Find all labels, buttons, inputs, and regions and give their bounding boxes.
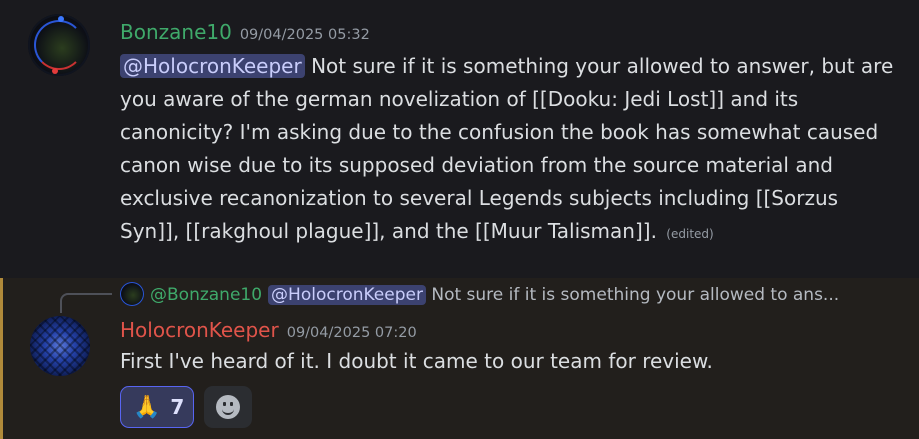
add-reaction-button[interactable] (204, 386, 252, 428)
avatar[interactable] (28, 14, 90, 76)
reply-author[interactable]: @Bonzane10 (150, 285, 262, 305)
author-name[interactable]: Bonzane10 (120, 20, 232, 44)
avatar-dot (52, 68, 58, 74)
highlight-bar (0, 278, 3, 439)
reply-connector (60, 293, 112, 313)
timestamp: 09/04/2025 05:32 (239, 27, 370, 43)
edited-label: (edited) (666, 227, 714, 241)
avatar-dot (58, 16, 64, 22)
user-mention[interactable]: @HolocronKeeper (120, 54, 305, 78)
author-name[interactable]: HolocronKeeper (120, 318, 279, 342)
smiley-icon (216, 395, 240, 419)
message-text: Not sure if it is something your allowed… (120, 54, 894, 243)
message-bonzane10: Bonzane10 09/04/2025 05:32 @HolocronKeepe… (0, 0, 919, 278)
message-text: First I've heard of it. I doubt it came … (120, 349, 713, 373)
reaction-count: 7 (170, 395, 185, 419)
reply-preview[interactable]: @Bonzane10 @HolocronKeeper Not sure if it… (150, 282, 839, 308)
avatar[interactable] (30, 316, 90, 376)
smiley-mouth (222, 406, 234, 415)
message-holocronkeeper: @Bonzane10 @HolocronKeeper Not sure if it… (0, 278, 919, 439)
reaction-pray[interactable]: 🙏 7 (120, 386, 194, 428)
message-header: Bonzane10 09/04/2025 05:32 (120, 20, 370, 44)
pray-emoji-icon: 🙏 (133, 394, 161, 420)
reply-avatar[interactable] (120, 282, 144, 306)
avatar-ring (34, 20, 84, 70)
timestamp: 09/04/2025 07:20 (286, 325, 417, 341)
reply-mention[interactable]: @HolocronKeeper (268, 285, 426, 305)
message-header: HolocronKeeper 09/04/2025 07:20 (120, 318, 417, 342)
reply-snippet[interactable]: Not sure if it is something your allowed… (431, 285, 839, 305)
message-content: @HolocronKeeper Not sure if it is someth… (120, 50, 900, 251)
avatar-pattern (30, 316, 90, 376)
